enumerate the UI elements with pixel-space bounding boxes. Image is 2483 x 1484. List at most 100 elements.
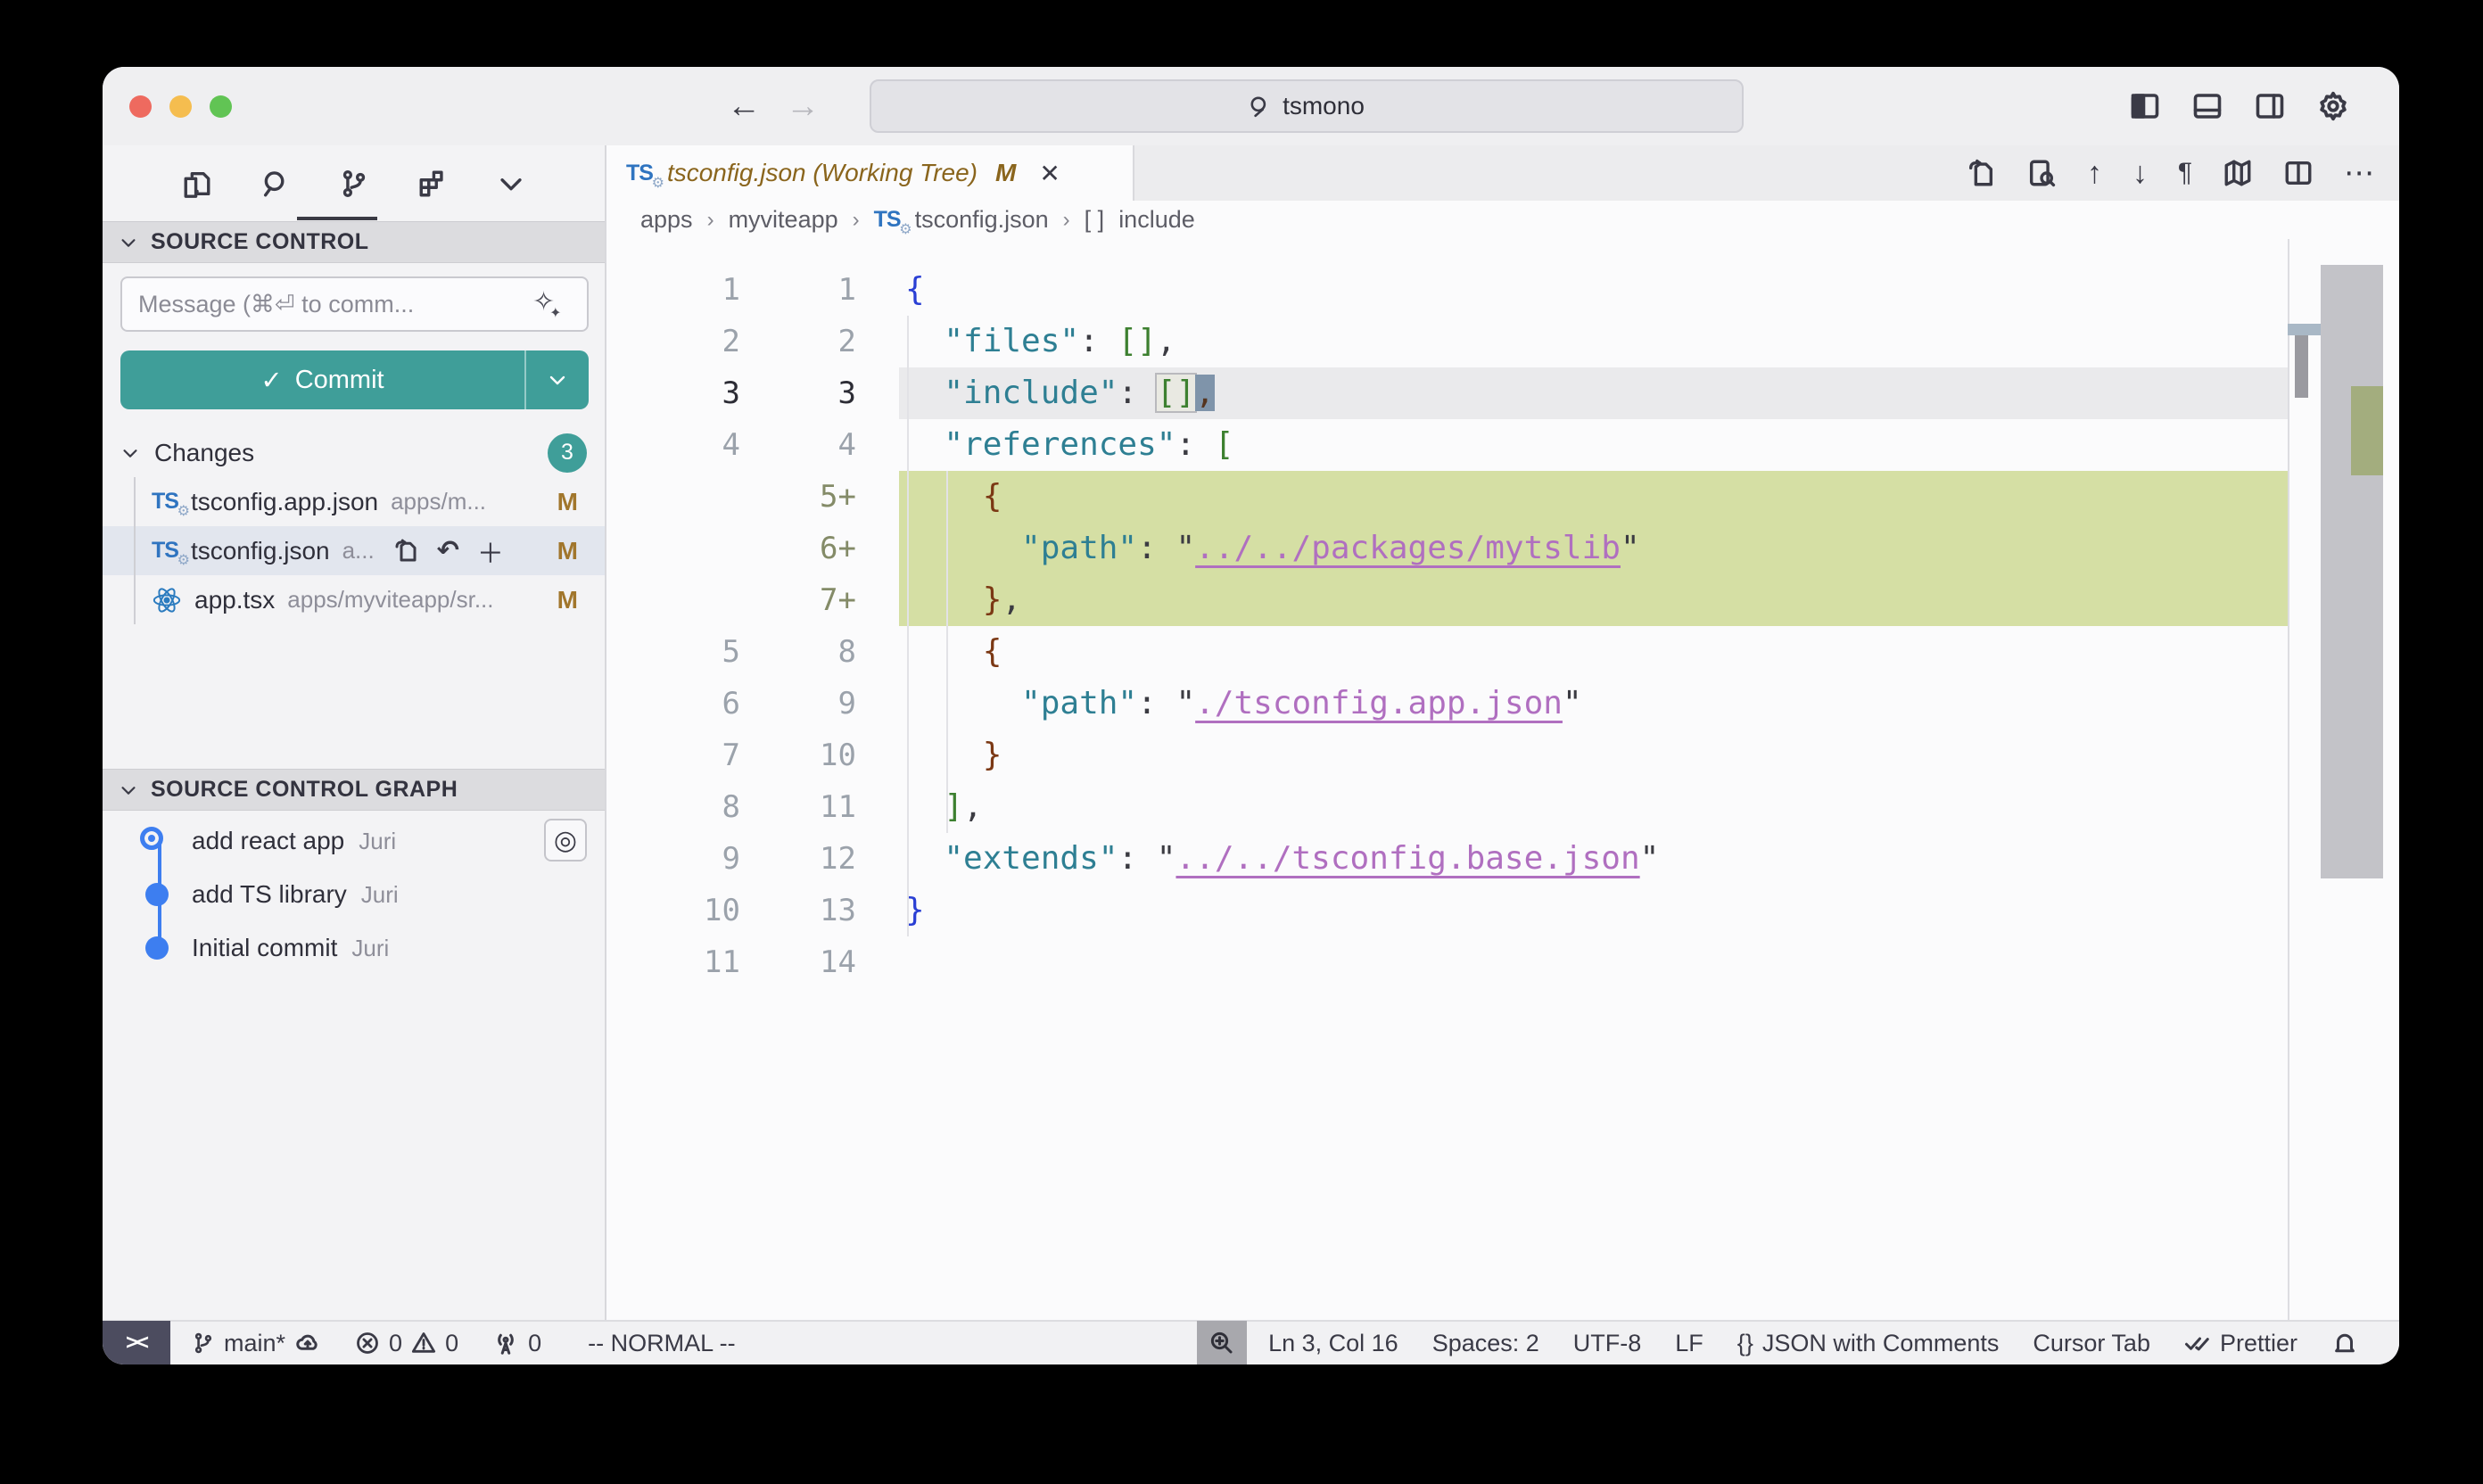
breadcrumb-segment[interactable]: myviteapp <box>729 206 838 234</box>
eol-text: LF <box>1675 1330 1703 1357</box>
commit-message: Initial commit <box>192 934 337 962</box>
file-path: apps/myviteapp/sr... <box>287 586 493 614</box>
formatter-item[interactable]: Prettier <box>2184 1330 2297 1357</box>
ports-status-item[interactable]: 0 <box>492 1330 541 1357</box>
map-icon[interactable] <box>2223 158 2253 188</box>
code-line-1[interactable]: 11{ <box>606 264 2399 316</box>
code-line-9[interactable]: 69 "path": "./tsconfig.app.json" <box>606 678 2399 730</box>
code-line-12[interactable]: 912 "extends": "../../tsconfig.base.json… <box>606 833 2399 885</box>
double-check-icon <box>2184 1330 2211 1356</box>
file-row-tsconfig-json[interactable]: TS tsconfig.json a... ↶ ＋ M <box>103 526 605 575</box>
previous-change-icon[interactable]: ↑ <box>2087 156 2102 191</box>
commit-message-input[interactable] <box>120 276 589 332</box>
code-line-5[interactable]: 5+ { <box>606 471 2399 523</box>
code-line-8[interactable]: 58 { <box>606 626 2399 678</box>
split-editor-icon[interactable] <box>2283 158 2314 188</box>
problems-status-item[interactable]: 0 0 <box>355 1330 458 1357</box>
more-views-chevron-icon[interactable] <box>495 168 527 200</box>
goto-current-commit-button[interactable]: ◎ <box>544 819 587 862</box>
search-view-icon[interactable] <box>260 168 292 200</box>
settings-gear-icon[interactable] <box>2316 89 2350 123</box>
radio-tower-icon <box>492 1330 519 1356</box>
breadcrumb[interactable]: apps › myviteapp › TS tsconfig.json › [ … <box>606 201 2399 239</box>
file-row-tsconfig-app-json[interactable]: TS tsconfig.app.json apps/m... M <box>103 477 605 526</box>
zoom-status-item[interactable] <box>1197 1321 1247 1364</box>
eol-item[interactable]: LF <box>1675 1330 1703 1357</box>
remote-indicator[interactable]: >< <box>103 1321 170 1364</box>
file-name: app.tsx <box>194 586 275 614</box>
breadcrumb-segment[interactable]: tsconfig.json <box>915 206 1049 234</box>
discard-changes-icon[interactable]: ↶ <box>437 535 459 566</box>
toggle-secondary-sidebar-button[interactable] <box>2254 90 2286 122</box>
gutter-original-line-number: 11 <box>606 936 740 988</box>
code-line-13[interactable]: 1013} <box>606 885 2399 936</box>
code-line-6[interactable]: 6+ "path": "../../packages/mytslib" <box>606 523 2399 574</box>
commit-row[interactable]: Initial commit Juri <box>103 921 605 975</box>
forward-button[interactable]: → <box>786 87 820 126</box>
notifications-item[interactable] <box>2331 1330 2358 1356</box>
more-actions-icon[interactable]: ⋯ <box>2344 155 2374 191</box>
bell-icon <box>2331 1330 2358 1356</box>
code-text: }, <box>905 574 1021 626</box>
code-token: : <box>1118 375 1156 411</box>
commit-button[interactable]: ✓ Commit <box>120 350 589 409</box>
cursor-position-item[interactable]: Ln 3, Col 16 <box>1268 1330 1398 1357</box>
code-line-7[interactable]: 7+ }, <box>606 574 2399 626</box>
encoding-item[interactable]: UTF-8 <box>1573 1330 1642 1357</box>
minimap[interactable] <box>2288 239 2319 1320</box>
tab-tsconfig-json-working-tree[interactable]: TS tsconfig.json (Working Tree) M ✕ <box>606 145 1134 201</box>
close-window-button[interactable] <box>129 95 152 118</box>
encoding-text: UTF-8 <box>1573 1330 1642 1357</box>
branch-status-item[interactable]: main* <box>192 1330 321 1357</box>
sparkle-ai-icon[interactable]: ✧✦ <box>532 286 567 317</box>
minimize-window-button[interactable] <box>169 95 192 118</box>
commit-row[interactable]: add TS library Juri <box>103 868 605 921</box>
code-line-2[interactable]: 22 "files": [], <box>606 316 2399 367</box>
stage-changes-icon[interactable]: ＋ <box>477 532 504 571</box>
code-editor[interactable]: 11{22 "files": [],33 "include": [],44 "r… <box>606 239 2399 1320</box>
toggle-primary-sidebar-button[interactable] <box>2129 90 2161 122</box>
open-file-icon[interactable] <box>392 538 419 565</box>
source-control-section-header[interactable]: SOURCE CONTROL <box>103 221 605 263</box>
source-control-icon[interactable] <box>338 168 370 200</box>
tab-close-icon[interactable]: ✕ <box>1039 159 1060 188</box>
next-change-icon[interactable]: ↓ <box>2132 156 2148 191</box>
search-in-file-icon[interactable] <box>2026 158 2057 188</box>
indent-guide <box>946 471 948 833</box>
code-line-11[interactable]: 811 ], <box>606 781 2399 833</box>
formatter-text: Prettier <box>2220 1330 2297 1357</box>
file-row-app-tsx[interactable]: app.tsx apps/myviteapp/sr... M <box>103 575 605 624</box>
source-control-graph-header[interactable]: SOURCE CONTROL GRAPH <box>103 769 605 811</box>
breadcrumb-segment[interactable]: apps <box>640 206 693 234</box>
pilcrow-icon[interactable]: ¶ <box>2178 158 2192 188</box>
breadcrumb-segment[interactable]: include <box>1118 206 1195 234</box>
commit-row[interactable]: add react app Juri ◎ <box>103 814 605 868</box>
cursor-tab-item[interactable]: Cursor Tab <box>2033 1330 2150 1357</box>
extensions-icon[interactable] <box>417 168 449 200</box>
gutter-modified-line-number: 11 <box>740 781 856 833</box>
language-text: JSON with Comments <box>1762 1330 2000 1357</box>
code-line-14[interactable]: 1114 <box>606 936 2399 988</box>
gutter-modified-line-number: 4 <box>740 419 856 471</box>
commit-dropdown-button[interactable] <box>524 350 589 409</box>
vim-block-cursor: , <box>1195 375 1215 411</box>
code-line-10[interactable]: 710 } <box>606 730 2399 781</box>
scrollbar[interactable] <box>2321 265 2383 878</box>
indentation-item[interactable]: Spaces: 2 <box>1432 1330 1539 1357</box>
back-button[interactable]: ← <box>727 87 761 126</box>
code-token <box>905 633 983 670</box>
command-center-search[interactable]: tsmono <box>870 79 1744 133</box>
language-mode-item[interactable]: {} JSON with Comments <box>1737 1330 2000 1357</box>
changes-section-header[interactable]: Changes 3 <box>103 428 605 477</box>
commit-button-label: Commit <box>295 366 384 395</box>
maximize-window-button[interactable] <box>210 95 232 118</box>
code-line-4[interactable]: 44 "references": [ <box>606 419 2399 471</box>
gutter-modified-line-number: 10 <box>740 730 856 781</box>
breadcrumb-separator: › <box>1063 208 1070 233</box>
toggle-panel-button[interactable] <box>2191 90 2223 122</box>
vim-mode-indicator[interactable]: -- NORMAL -- <box>588 1330 735 1357</box>
code-line-3[interactable]: 33 "include": [], <box>606 367 2399 419</box>
explorer-icon[interactable] <box>181 168 213 200</box>
minimap-slider[interactable] <box>2288 324 2321 335</box>
open-file-icon[interactable] <box>1966 158 1996 188</box>
